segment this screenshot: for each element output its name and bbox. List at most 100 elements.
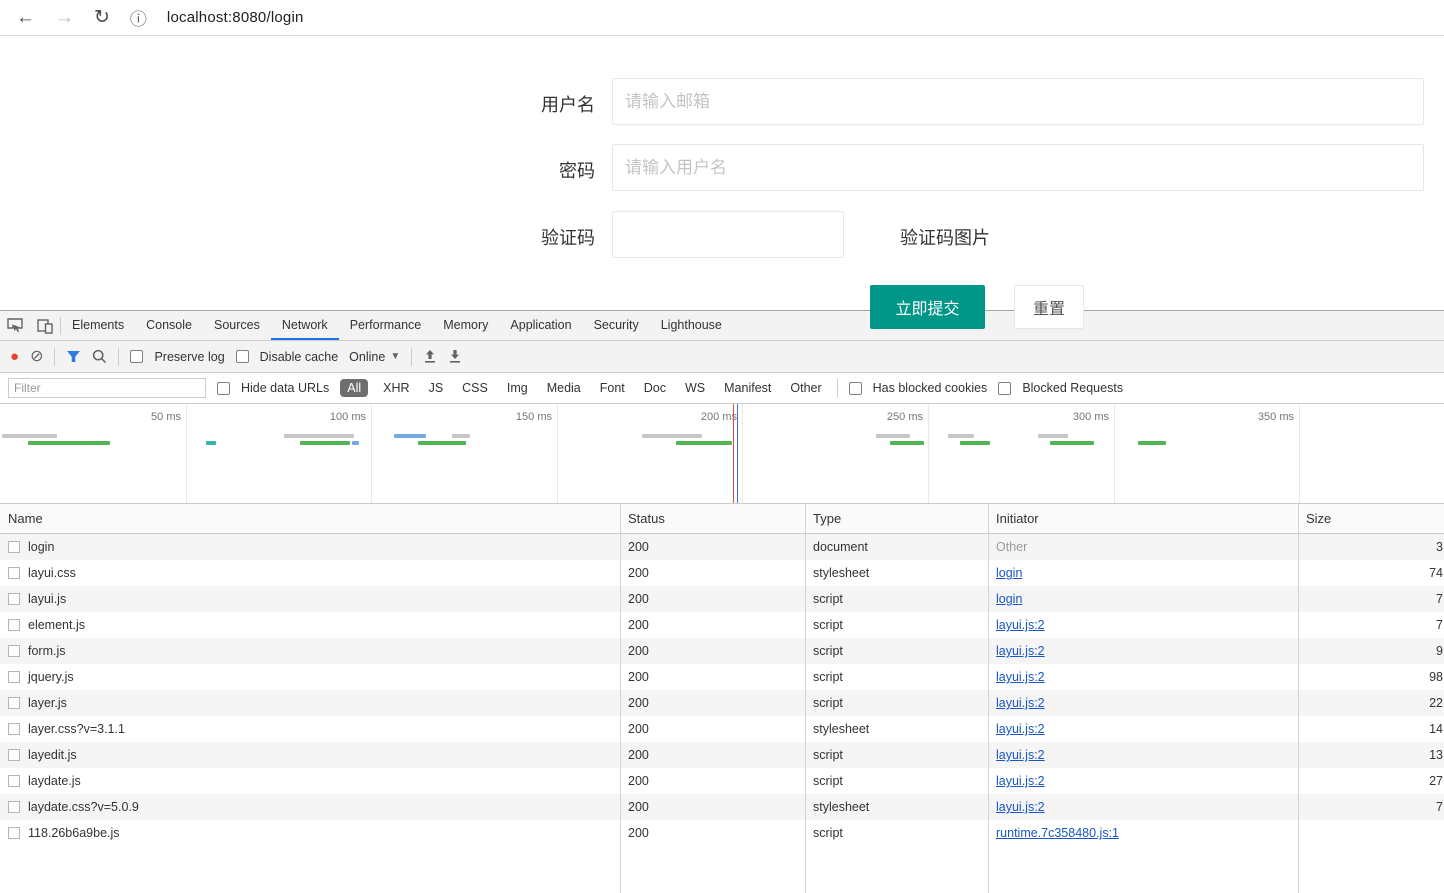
initiator-link[interactable]: layui.js:2 bbox=[996, 696, 1045, 710]
url-text[interactable]: localhost:8080/login bbox=[167, 9, 304, 26]
column-separator[interactable] bbox=[805, 504, 806, 893]
table-row[interactable]: layedit.js 200 script layui.js:2 13 bbox=[0, 742, 1444, 768]
throttling-dropdown[interactable]: Online ▼ bbox=[349, 350, 400, 364]
table-row[interactable]: layer.css?v=3.1.1 200 stylesheet layui.j… bbox=[0, 716, 1444, 742]
search-icon[interactable] bbox=[92, 349, 107, 364]
has-blocked-cookies-checkbox[interactable] bbox=[848, 381, 862, 395]
tab-console[interactable]: Console bbox=[135, 311, 203, 340]
page-info-icon[interactable]: ⓘ bbox=[130, 5, 147, 30]
network-overview-timeline[interactable]: 50 ms 100 ms 150 ms 200 ms 250 ms 300 ms… bbox=[0, 404, 1444, 504]
request-type: script bbox=[813, 670, 843, 684]
tab-performance[interactable]: Performance bbox=[339, 311, 433, 340]
column-header-initiator[interactable]: Initiator bbox=[988, 511, 1298, 526]
initiator-link[interactable]: layui.js:2 bbox=[996, 722, 1045, 736]
column-header-name[interactable]: Name bbox=[0, 511, 620, 526]
initiator-link[interactable]: login bbox=[996, 566, 1022, 580]
reload-icon[interactable]: ↻ bbox=[94, 8, 110, 27]
captcha-input[interactable] bbox=[612, 211, 844, 258]
blocked-requests-label[interactable]: Blocked Requests bbox=[1022, 381, 1123, 395]
export-har-icon[interactable] bbox=[448, 349, 462, 364]
request-type: script bbox=[813, 644, 843, 658]
table-row[interactable]: form.js 200 script layui.js:2 9 bbox=[0, 638, 1444, 664]
table-row[interactable]: layui.css 200 stylesheet login 74 bbox=[0, 560, 1444, 586]
tab-memory[interactable]: Memory bbox=[432, 311, 499, 340]
filter-toggle-icon[interactable] bbox=[66, 350, 81, 363]
preserve-log-checkbox[interactable] bbox=[130, 350, 144, 363]
timeline-tick: 350 ms bbox=[1257, 411, 1294, 423]
back-icon[interactable]: ← bbox=[16, 8, 35, 27]
captcha-image[interactable]: 验证码图片 bbox=[900, 224, 990, 250]
has-blocked-cookies-label[interactable]: Has blocked cookies bbox=[873, 381, 988, 395]
column-header-status[interactable]: Status bbox=[620, 511, 805, 526]
disable-cache-checkbox[interactable] bbox=[235, 350, 249, 363]
column-header-type[interactable]: Type bbox=[805, 511, 988, 526]
initiator-link[interactable]: layui.js:2 bbox=[996, 774, 1045, 788]
filter-type-doc[interactable]: Doc bbox=[640, 379, 670, 397]
table-row[interactable]: element.js 200 script layui.js:2 7 bbox=[0, 612, 1444, 638]
device-toolbar-icon[interactable] bbox=[30, 311, 60, 340]
hide-data-urls-label[interactable]: Hide data URLs bbox=[241, 381, 329, 395]
filter-type-all[interactable]: All bbox=[340, 379, 369, 397]
clear-icon[interactable]: ⊘ bbox=[30, 348, 43, 365]
table-body: login 200 document Other 3 layui.css 200… bbox=[0, 534, 1444, 846]
blocked-requests-checkbox[interactable] bbox=[998, 381, 1012, 395]
import-har-icon[interactable] bbox=[423, 349, 437, 364]
table-row[interactable]: layer.js 200 script layui.js:2 22 bbox=[0, 690, 1444, 716]
preserve-log-label[interactable]: Preserve log bbox=[154, 350, 224, 364]
filter-input[interactable] bbox=[8, 378, 206, 398]
initiator-link[interactable]: layui.js:2 bbox=[996, 748, 1045, 762]
tab-lighthouse[interactable]: Lighthouse bbox=[650, 311, 733, 340]
column-separator[interactable] bbox=[988, 504, 989, 893]
initiator-link[interactable]: login bbox=[996, 592, 1022, 606]
request-name: layedit.js bbox=[28, 748, 77, 762]
filter-type-xhr[interactable]: XHR bbox=[379, 379, 413, 397]
column-header-size[interactable]: Size bbox=[1298, 511, 1444, 526]
filter-type-img[interactable]: Img bbox=[503, 379, 532, 397]
filter-type-media[interactable]: Media bbox=[543, 379, 585, 397]
filter-type-manifest[interactable]: Manifest bbox=[720, 379, 775, 397]
disable-cache-label[interactable]: Disable cache bbox=[260, 350, 339, 364]
tab-application[interactable]: Application bbox=[499, 311, 582, 340]
table-row[interactable]: laydate.js 200 script layui.js:2 27 bbox=[0, 768, 1444, 794]
username-input[interactable] bbox=[612, 78, 1424, 125]
column-separator[interactable] bbox=[1298, 504, 1299, 893]
password-input[interactable] bbox=[612, 144, 1424, 191]
initiator-link[interactable]: layui.js:2 bbox=[996, 670, 1045, 684]
filter-type-font[interactable]: Font bbox=[596, 379, 629, 397]
tab-security[interactable]: Security bbox=[583, 311, 650, 340]
filter-type-css[interactable]: CSS bbox=[458, 379, 492, 397]
filter-type-ws[interactable]: WS bbox=[681, 379, 709, 397]
record-icon[interactable]: ● bbox=[10, 349, 19, 364]
request-type: script bbox=[813, 826, 843, 840]
request-name: 118.26b6a9be.js bbox=[28, 826, 120, 840]
waterfall-bar bbox=[1138, 441, 1166, 445]
request-status: 200 bbox=[628, 618, 649, 632]
request-status: 200 bbox=[628, 540, 649, 554]
tab-sources[interactable]: Sources bbox=[203, 311, 271, 340]
table-row[interactable]: 118.26b6a9be.js 200 script runtime.7c358… bbox=[0, 820, 1444, 846]
forward-icon[interactable]: → bbox=[55, 8, 74, 27]
filter-type-other[interactable]: Other bbox=[786, 379, 825, 397]
reset-button[interactable]: 重置 bbox=[1014, 285, 1084, 329]
load-event-marker bbox=[733, 404, 734, 503]
table-row[interactable]: layui.js 200 script login 7 bbox=[0, 586, 1444, 612]
initiator-link[interactable]: layui.js:2 bbox=[996, 618, 1045, 632]
timeline-tick: 300 ms bbox=[1072, 411, 1109, 423]
submit-button[interactable]: 立即提交 bbox=[870, 285, 985, 329]
tab-elements[interactable]: Elements bbox=[61, 311, 135, 340]
filter-type-js[interactable]: JS bbox=[425, 379, 448, 397]
tab-network[interactable]: Network bbox=[270, 311, 339, 340]
inspect-element-icon[interactable] bbox=[0, 311, 30, 340]
separator bbox=[836, 379, 838, 397]
timeline-gridline bbox=[742, 404, 743, 503]
initiator-link[interactable]: layui.js:2 bbox=[996, 644, 1045, 658]
table-row[interactable]: laydate.css?v=5.0.9 200 stylesheet layui… bbox=[0, 794, 1444, 820]
hide-data-urls-checkbox[interactable] bbox=[217, 381, 230, 395]
file-icon bbox=[8, 801, 20, 813]
initiator-link[interactable]: layui.js:2 bbox=[996, 800, 1045, 814]
table-row[interactable]: login 200 document Other 3 bbox=[0, 534, 1444, 560]
column-separator[interactable] bbox=[620, 504, 621, 893]
table-row[interactable]: jquery.js 200 script layui.js:2 98 bbox=[0, 664, 1444, 690]
request-type: script bbox=[813, 618, 843, 632]
initiator-link[interactable]: runtime.7c358480.js:1 bbox=[996, 826, 1119, 840]
